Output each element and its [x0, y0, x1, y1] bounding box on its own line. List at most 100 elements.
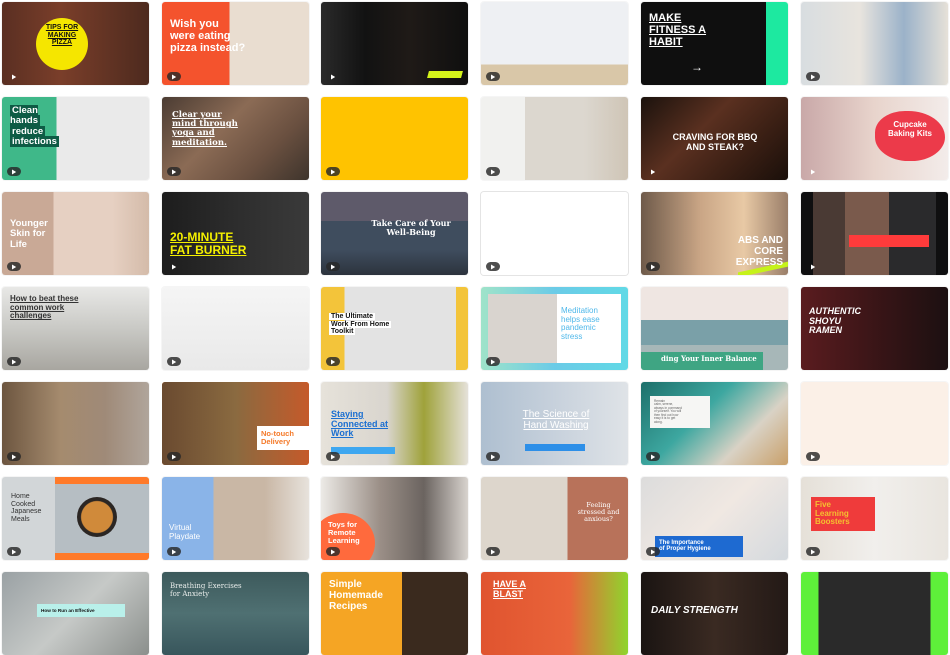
- template-card-wfh-toolkit[interactable]: The Ultimate Work From Home Toolkit: [321, 287, 468, 370]
- template-thumbnail: [2, 382, 149, 465]
- play-icon[interactable]: [167, 262, 181, 271]
- cta-bar: [525, 444, 585, 451]
- template-title: AUTHENTIC SHOYU RAMEN: [809, 306, 861, 336]
- template-card-younger-skin[interactable]: Younger Skin for Life: [2, 192, 149, 275]
- template-title: Feeling stressed and anxious?: [577, 501, 620, 524]
- play-icon[interactable]: [486, 167, 500, 176]
- template-card-tips-pizza[interactable]: TIPS FOR MAKING PIZZA: [2, 2, 149, 85]
- template-title: The Science of Hand Washing: [522, 409, 590, 431]
- template-card-meditation-room[interactable]: [481, 97, 628, 180]
- template-card-homemade-recipes[interactable]: Simple Homemade Recipes: [321, 572, 468, 655]
- template-card-shoyu-ramen[interactable]: AUTHENTIC SHOYU RAMEN: [801, 287, 948, 370]
- template-title: The Importance of Proper Hygiene: [655, 536, 743, 557]
- template-card-breathing-anxiety[interactable]: Breathing Exercises for Anxiety: [162, 572, 309, 655]
- title-line: reduce: [10, 125, 46, 137]
- play-icon[interactable]: [326, 452, 340, 461]
- template-card-staying-connected[interactable]: Staying Connected at Work: [321, 382, 468, 465]
- template-card-effective-meeting[interactable]: How to Run an Effective: [2, 572, 149, 655]
- play-icon[interactable]: [646, 262, 660, 271]
- template-card-yoga-lunge[interactable]: [481, 2, 628, 85]
- play-icon[interactable]: [486, 72, 500, 81]
- play-icon[interactable]: [646, 452, 660, 461]
- template-card-meditation-stress[interactable]: Meditation helps ease pandemic stress: [481, 287, 628, 370]
- template-thumbnail: [481, 192, 628, 275]
- template-card-yellow-blank[interactable]: [321, 97, 468, 180]
- template-thumbnail: [481, 97, 628, 180]
- template-card-learning-boosters[interactable]: Five Learning Boosters: [801, 477, 948, 560]
- play-icon[interactable]: [7, 357, 21, 366]
- template-title: Five Learning Boosters: [811, 497, 875, 531]
- template-card-wish-pizza[interactable]: Wish you were eating pizza instead?: [162, 2, 309, 85]
- template-title: 20-MINUTE FAT BURNER: [170, 230, 247, 257]
- play-icon[interactable]: [326, 547, 340, 556]
- template-title: CRAVING FOR BBQ AND STEAK?: [672, 132, 758, 152]
- template-thumbnail: [801, 192, 948, 275]
- template-thumbnail: [481, 2, 628, 85]
- template-card-clear-mind[interactable]: Clear your mind through yoga and meditat…: [162, 97, 309, 180]
- template-card-gym-dark[interactable]: [321, 2, 468, 85]
- template-card-gym-green[interactable]: [801, 572, 948, 655]
- play-icon[interactable]: [806, 167, 820, 176]
- play-icon[interactable]: [167, 72, 181, 81]
- template-card-fitness-habit[interactable]: → MAKE FITNESS A HABIT: [641, 2, 788, 85]
- template-card-white-blank[interactable]: [481, 192, 628, 275]
- play-icon[interactable]: [806, 452, 820, 461]
- template-card-clean-hands[interactable]: Clean hands reduce infections: [2, 97, 149, 180]
- template-card-virtual-playdate[interactable]: Virtual Playdate: [162, 477, 309, 560]
- accent-bar: [849, 235, 929, 247]
- play-icon[interactable]: [486, 357, 500, 366]
- template-card-fat-burner[interactable]: 20-MINUTE FAT BURNER: [162, 192, 309, 275]
- template-card-proper-hygiene[interactable]: The Importance of Proper Hygiene: [641, 477, 788, 560]
- template-card-remain-calm[interactable]: Remain calm, serene, always in command o…: [641, 382, 788, 465]
- title-line: Toolkit: [329, 328, 356, 336]
- play-icon[interactable]: [806, 72, 820, 81]
- play-icon[interactable]: [167, 357, 181, 366]
- template-card-bbq-steak[interactable]: CRAVING FOR BBQ AND STEAK?: [641, 97, 788, 180]
- play-icon[interactable]: [806, 547, 820, 556]
- template-card-no-touch-delivery[interactable]: No-touch Delivery: [162, 382, 309, 465]
- play-icon[interactable]: [7, 262, 21, 271]
- template-title: Breathing Exercises for Anxiety: [170, 582, 242, 598]
- play-icon[interactable]: [486, 262, 500, 271]
- template-title: Home Cooked Japanese Meals: [11, 493, 42, 523]
- play-icon[interactable]: [7, 167, 21, 176]
- template-card-peach-blank[interactable]: [801, 382, 948, 465]
- play-icon[interactable]: [806, 262, 820, 271]
- play-icon[interactable]: [167, 547, 181, 556]
- play-icon[interactable]: [326, 262, 340, 271]
- play-icon[interactable]: [7, 547, 21, 556]
- template-title: Staying Connected at Work: [331, 409, 389, 439]
- template-thumbnail: [162, 477, 309, 560]
- template-card-hand-washing[interactable]: The Science of Hand Washing: [481, 382, 628, 465]
- template-card-japanese-meals[interactable]: Home Cooked Japanese Meals: [2, 477, 149, 560]
- play-icon[interactable]: [326, 72, 340, 81]
- template-card-have-a-blast[interactable]: HAVE A BLAST: [481, 572, 628, 655]
- play-icon[interactable]: [326, 357, 340, 366]
- template-card-happy-birthday-girl[interactable]: [2, 382, 149, 465]
- template-card-abs-core[interactable]: ABS AND CORE EXPRESS: [641, 192, 788, 275]
- cta-bar: [331, 447, 395, 454]
- play-icon[interactable]: [167, 167, 181, 176]
- template-card-dark-red-bar[interactable]: [801, 192, 948, 275]
- template-card-cupcake-kits[interactable]: Cupcake Baking Kits: [801, 97, 948, 180]
- template-title: How to Run an Effective: [37, 604, 125, 618]
- template-card-feeling-stressed[interactable]: Feeling stressed and anxious?: [481, 477, 628, 560]
- template-card-work-challenges[interactable]: How to beat these common work challenges: [2, 287, 149, 370]
- play-icon[interactable]: [7, 72, 21, 81]
- play-icon[interactable]: [646, 547, 660, 556]
- play-icon[interactable]: [7, 452, 21, 461]
- template-card-toys-remote[interactable]: Toys for Remote Learning: [321, 477, 468, 560]
- play-icon[interactable]: [167, 452, 181, 461]
- template-card-daily-strength[interactable]: DAILY STRENGTH: [641, 572, 788, 655]
- template-card-woman-laptop[interactable]: [801, 2, 948, 85]
- play-icon[interactable]: [646, 167, 660, 176]
- accent-bar: [427, 71, 463, 78]
- template-card-happy-birthday-kids[interactable]: [162, 287, 309, 370]
- template-title: Take Care of Your Well-Being: [371, 218, 451, 237]
- template-card-inner-balance[interactable]: ding Your Inner Balance: [641, 287, 788, 370]
- template-card-well-being[interactable]: Take Care of Your Well-Being: [321, 192, 468, 275]
- template-title: TIPS FOR MAKING PIZZA: [45, 24, 79, 47]
- play-icon[interactable]: [326, 167, 340, 176]
- play-icon[interactable]: [486, 452, 500, 461]
- play-icon[interactable]: [486, 547, 500, 556]
